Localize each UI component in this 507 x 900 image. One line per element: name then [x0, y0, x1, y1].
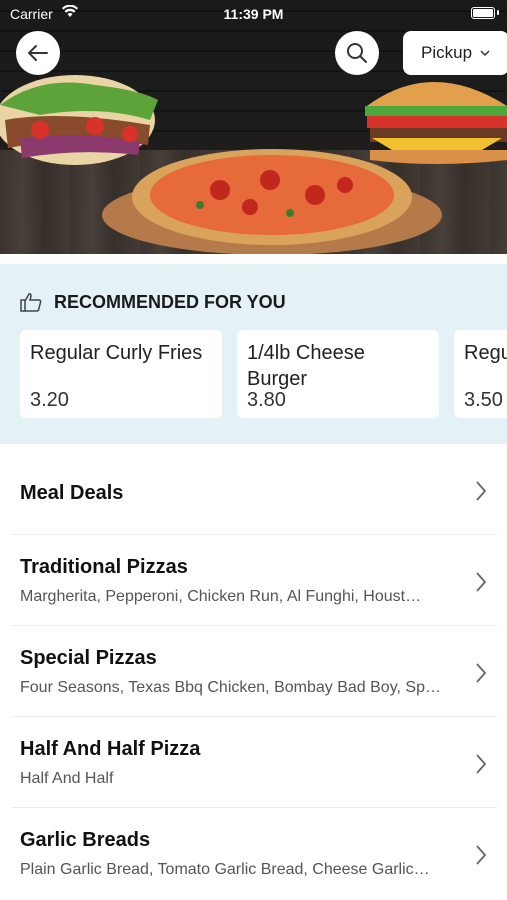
recommended-title: RECOMMENDED FOR YOU — [54, 291, 286, 312]
chevron-down-icon — [480, 49, 490, 56]
category-title: Meal Deals — [20, 482, 124, 504]
category-row-meal-deals[interactable]: Meal Deals — [12, 444, 497, 535]
category-subtitle: Plain Garlic Bread, Tomato Garlic Bread,… — [20, 861, 430, 878]
category-row-half-and-half-pizza[interactable]: Half And Half Pizza Half And Half — [12, 717, 497, 808]
pickup-label: Pickup — [421, 43, 473, 62]
recommended-card[interactable]: 1/4lb Cheese Burger 3.80 — [237, 330, 439, 418]
category-row-garlic-breads[interactable]: Garlic Breads Plain Garlic Bread, Tomato… — [12, 808, 497, 900]
battery-icon — [471, 7, 495, 19]
clock-label: 11:39 PM — [223, 6, 284, 22]
search-button[interactable] — [335, 31, 379, 75]
category-row-special-pizzas[interactable]: Special Pizzas Four Seasons, Texas Bbq C… — [12, 626, 497, 717]
status-bar: Carrier 11:39 PM — [0, 0, 507, 28]
back-button[interactable] — [16, 31, 60, 75]
recommended-item-price: 3.20 — [30, 389, 69, 411]
category-title: Half And Half Pizza — [20, 738, 201, 760]
chevron-right-icon — [476, 754, 487, 774]
burger-image — [365, 82, 507, 164]
arrow-left-icon — [28, 45, 48, 61]
category-row-traditional-pizzas[interactable]: Traditional Pizzas Margherita, Pepperoni… — [12, 535, 497, 626]
category-subtitle: Half And Half — [20, 770, 114, 787]
chevron-right-icon — [476, 481, 487, 501]
category-title: Special Pizzas — [20, 647, 157, 669]
thumbs-up-icon — [20, 293, 42, 312]
recommended-card[interactable]: Regular Cheese 3.50 — [454, 330, 507, 418]
chevron-right-icon — [476, 845, 487, 865]
category-title: Traditional Pizzas — [20, 556, 188, 578]
recommended-item-name: Regular Cheese — [464, 342, 507, 364]
battery-nub — [497, 10, 499, 15]
recommended-item-price: 3.80 — [247, 389, 286, 411]
pickup-selector[interactable]: Pickup — [403, 31, 507, 75]
category-title: Garlic Breads — [20, 829, 151, 851]
chevron-right-icon — [476, 663, 487, 683]
recommended-header: RECOMMENDED FOR YOU — [20, 290, 286, 314]
recommended-item-price: 3.50 — [464, 389, 503, 411]
recommended-item-name: Regular Curly Fries — [30, 342, 203, 364]
category-subtitle: Four Seasons, Texas Bbq Chicken, Bombay … — [20, 679, 441, 696]
recommended-item-name: 1/4lb Cheese Burger — [247, 342, 365, 390]
recommended-card[interactable]: Regular Curly Fries 3.20 — [20, 330, 222, 418]
chevron-right-icon — [476, 572, 487, 592]
search-icon — [347, 43, 367, 63]
category-subtitle: Margherita, Pepperoni, Chicken Run, Al F… — [20, 588, 422, 605]
